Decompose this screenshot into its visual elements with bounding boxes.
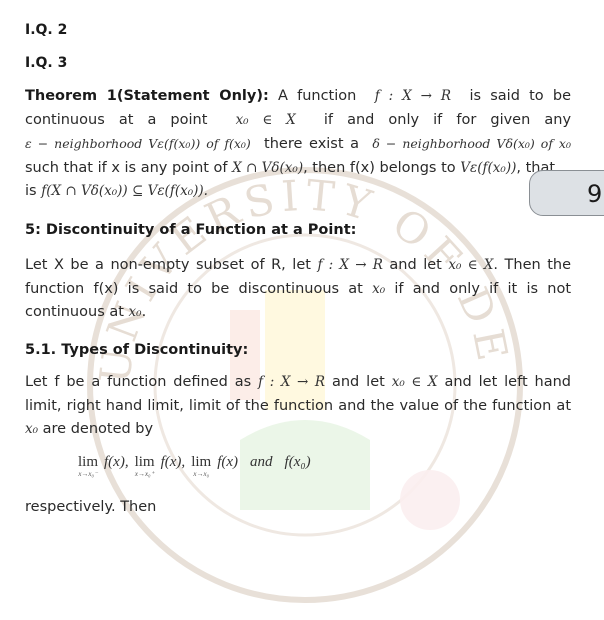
section-5-paragraph: Let X be a non-empty subset of R, let f … [25,254,571,325]
body-text: and let [389,257,442,273]
theorem-text: such that if x is any point of [25,159,228,176]
body-text: and let left hand [444,374,572,390]
lim-word: lim [191,454,212,470]
heading-iq3: I.Q. 3 [25,55,68,71]
math-function-map: f : X → R [317,257,383,273]
page-number-badge[interactable]: 9 [529,170,604,216]
lim-subscript-left: x→x₀⁻ [78,470,98,478]
math-subset-relation: f(X ∩ Vδ(x₀)) ⊆ Vε(f(x₀)). [41,183,208,199]
math-x0: x₀ [25,421,39,437]
math-function-map: f : X → R [374,88,451,104]
right-hand-limit: lim x→x₀⁺ [135,454,155,478]
theorem-text: is said to be [469,88,572,104]
theorem-line-5: is f(X ∩ Vδ(x₀)) ⊆ Vε(f(x₀)). [25,180,571,204]
body-text: continuous at [25,304,124,320]
theorem-label: Theorem 1(Statement Only): [25,88,269,104]
theorem-line-2: continuous at a point x₀ ∈ X if and only… [25,109,571,133]
theorem-text: is [25,183,37,199]
theorem-text: if and only if for given any [323,111,572,128]
body-text: and let [331,374,385,390]
math-function-map: f : X → R [258,374,326,390]
math-x0-in-X: x₀ ∈ X [448,257,494,273]
body-text: Let f be a function defined as [25,374,252,390]
theorem-paragraph: Theorem 1(Statement Only): A function f … [25,85,571,204]
body-text: function f(x) is said to be discontinuou… [25,280,363,297]
math-x0-in-X: x₀ ∈ X [391,374,438,390]
body-text: . [141,304,147,320]
heading-iq2: I.Q. 2 [25,22,68,38]
limits-equation: lim x→x₀⁻ f(x), lim x→x₀⁺ f(x), lim x→x₀… [78,454,311,478]
theorem-text: , then f(x) belongs to [303,159,456,176]
section-5-heading: 5: Discontinuity of a Function at a Poin… [25,222,357,238]
math-epsilon-neighborhood: ε − neighborhood Vε(f(x₀)) of f(x₀) [25,136,251,151]
section-5-1-line-2: limit, right hand limit, limit of the fu… [25,397,571,414]
lim-word: lim [134,454,155,470]
section-5-1-line-1: Let f be a function defined as f : X → R… [25,371,571,395]
theorem-line-3: ε − neighborhood Vε(f(x₀)) of f(x₀) ther… [25,132,571,157]
math-delta-neighborhood: δ − neighborhood Vδ(x₀) of x₀ [372,136,571,151]
theorem-text: continuous at a point [25,111,208,128]
and-word: and [250,454,273,470]
theorem-text: there exist a [264,136,360,152]
math-intersection: X ∩ Vδ(x₀) [232,159,304,176]
section-5-1-paragraph: Let f be a function defined as f : X → R… [25,371,571,442]
function-term: f(x), [160,454,186,470]
section-5-line-1: Let X be a non-empty subset of R, let f … [25,254,571,278]
lim-subscript-both: x→x₀ [193,470,210,478]
theorem-line-4: such that if x is any point of X ∩ Vδ(x₀… [25,157,571,181]
function-term: f(x), [104,454,129,470]
two-sided-limit: lim x→x₀ [191,454,211,478]
function-value-term: f(x₀) [284,454,311,470]
body-text: Let X be a non-empty subset of R, let [25,257,311,273]
section-5-line-2: function f(x) is said to be discontinuou… [25,278,571,302]
section-5-line-3: continuous at x₀. [25,301,571,325]
math-x0: x₀ [128,304,142,320]
math-x0: x₀ [372,280,386,297]
theorem-line-1: Theorem 1(Statement Only): A function f … [25,85,571,109]
lim-word: lim [78,454,99,470]
function-term: f(x) [217,454,239,470]
body-text: . Then the [493,257,572,273]
theorem-text: A function [277,88,357,104]
left-hand-limit: lim x→x₀⁻ [78,454,98,478]
section-5-1-line-3: x₀ are denoted by [25,418,571,442]
body-text: if and only if it is not [394,280,572,297]
page-number: 9 [587,180,603,208]
math-x0-in-X: x₀ ∈ X [235,111,296,128]
math-v-epsilon: Vε(f(x₀)) [460,159,517,176]
lim-subscript-right: x→x₀⁺ [134,470,155,478]
body-text: are denoted by [42,421,154,437]
section-5-1-heading: 5.1. Types of Discontinuity: [25,342,249,358]
